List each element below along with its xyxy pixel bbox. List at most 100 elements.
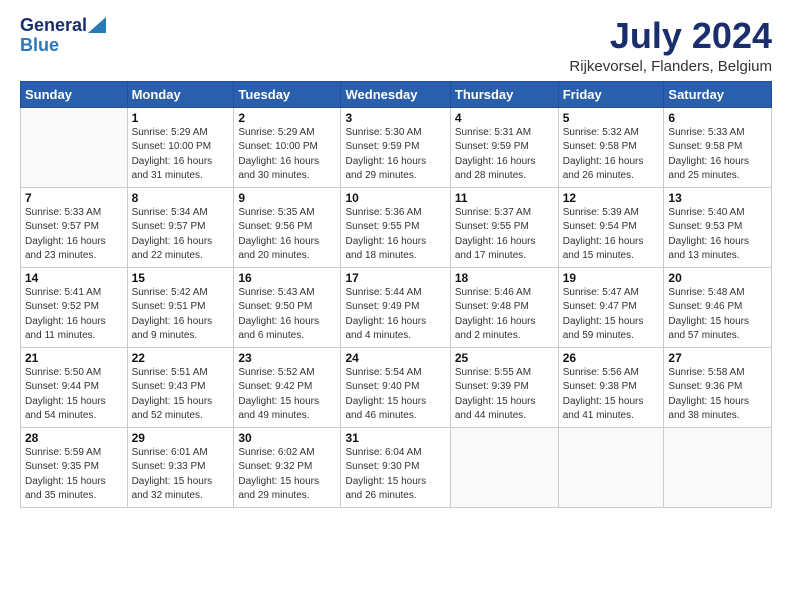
day-number: 3	[345, 111, 445, 125]
col-wednesday: Wednesday	[341, 81, 450, 107]
day-number: 17	[345, 271, 445, 285]
calendar-cell: 6Sunrise: 5:33 AM Sunset: 9:58 PM Daylig…	[664, 107, 772, 187]
day-number: 14	[25, 271, 123, 285]
calendar-cell: 4Sunrise: 5:31 AM Sunset: 9:59 PM Daylig…	[450, 107, 558, 187]
calendar-cell: 14Sunrise: 5:41 AM Sunset: 9:52 PM Dayli…	[21, 267, 128, 347]
day-number: 15	[132, 271, 230, 285]
calendar-cell: 19Sunrise: 5:47 AM Sunset: 9:47 PM Dayli…	[558, 267, 664, 347]
calendar-cell: 25Sunrise: 5:55 AM Sunset: 9:39 PM Dayli…	[450, 347, 558, 427]
day-number: 10	[345, 191, 445, 205]
day-number: 9	[238, 191, 336, 205]
day-number: 26	[563, 351, 660, 365]
day-number: 31	[345, 431, 445, 445]
day-info: Sunrise: 5:29 AM Sunset: 10:00 PM Daylig…	[132, 126, 230, 184]
calendar-week-3: 21Sunrise: 5:50 AM Sunset: 9:44 PM Dayli…	[21, 347, 772, 427]
day-info: Sunrise: 5:50 AM Sunset: 9:44 PM Dayligh…	[25, 366, 123, 424]
day-number: 4	[455, 111, 554, 125]
day-info: Sunrise: 5:59 AM Sunset: 9:35 PM Dayligh…	[25, 446, 123, 504]
location: Rijkevorsel, Flanders, Belgium	[569, 58, 772, 75]
calendar-week-1: 7Sunrise: 5:33 AM Sunset: 9:57 PM Daylig…	[21, 187, 772, 267]
day-info: Sunrise: 5:47 AM Sunset: 9:47 PM Dayligh…	[563, 286, 660, 344]
day-number: 2	[238, 111, 336, 125]
day-number: 25	[455, 351, 554, 365]
calendar-cell: 21Sunrise: 5:50 AM Sunset: 9:44 PM Dayli…	[21, 347, 128, 427]
day-info: Sunrise: 5:36 AM Sunset: 9:55 PM Dayligh…	[345, 206, 445, 264]
day-info: Sunrise: 5:58 AM Sunset: 9:36 PM Dayligh…	[668, 366, 767, 424]
day-info: Sunrise: 5:40 AM Sunset: 9:53 PM Dayligh…	[668, 206, 767, 264]
day-number: 23	[238, 351, 336, 365]
day-info: Sunrise: 5:30 AM Sunset: 9:59 PM Dayligh…	[345, 126, 445, 184]
day-info: Sunrise: 5:55 AM Sunset: 9:39 PM Dayligh…	[455, 366, 554, 424]
calendar-cell: 27Sunrise: 5:58 AM Sunset: 9:36 PM Dayli…	[664, 347, 772, 427]
calendar-cell: 3Sunrise: 5:30 AM Sunset: 9:59 PM Daylig…	[341, 107, 450, 187]
calendar-cell: 17Sunrise: 5:44 AM Sunset: 9:49 PM Dayli…	[341, 267, 450, 347]
day-number: 6	[668, 111, 767, 125]
day-info: Sunrise: 5:42 AM Sunset: 9:51 PM Dayligh…	[132, 286, 230, 344]
day-info: Sunrise: 5:31 AM Sunset: 9:59 PM Dayligh…	[455, 126, 554, 184]
day-info: Sunrise: 5:29 AM Sunset: 10:00 PM Daylig…	[238, 126, 336, 184]
calendar-cell: 10Sunrise: 5:36 AM Sunset: 9:55 PM Dayli…	[341, 187, 450, 267]
day-info: Sunrise: 5:37 AM Sunset: 9:55 PM Dayligh…	[455, 206, 554, 264]
calendar-cell: 9Sunrise: 5:35 AM Sunset: 9:56 PM Daylig…	[234, 187, 341, 267]
day-number: 13	[668, 191, 767, 205]
calendar-cell: 8Sunrise: 5:34 AM Sunset: 9:57 PM Daylig…	[127, 187, 234, 267]
day-info: Sunrise: 5:52 AM Sunset: 9:42 PM Dayligh…	[238, 366, 336, 424]
calendar-cell: 2Sunrise: 5:29 AM Sunset: 10:00 PM Dayli…	[234, 107, 341, 187]
calendar: Sunday Monday Tuesday Wednesday Thursday…	[20, 81, 772, 508]
day-info: Sunrise: 5:43 AM Sunset: 9:50 PM Dayligh…	[238, 286, 336, 344]
col-sunday: Sunday	[21, 81, 128, 107]
day-info: Sunrise: 5:33 AM Sunset: 9:58 PM Dayligh…	[668, 126, 767, 184]
day-number: 12	[563, 191, 660, 205]
day-number: 8	[132, 191, 230, 205]
calendar-week-0: 1Sunrise: 5:29 AM Sunset: 10:00 PM Dayli…	[21, 107, 772, 187]
calendar-cell: 12Sunrise: 5:39 AM Sunset: 9:54 PM Dayli…	[558, 187, 664, 267]
day-info: Sunrise: 5:51 AM Sunset: 9:43 PM Dayligh…	[132, 366, 230, 424]
calendar-cell: 22Sunrise: 5:51 AM Sunset: 9:43 PM Dayli…	[127, 347, 234, 427]
day-info: Sunrise: 6:04 AM Sunset: 9:30 PM Dayligh…	[345, 446, 445, 504]
logo-blue: Blue	[20, 36, 59, 56]
day-number: 16	[238, 271, 336, 285]
logo-general: General	[20, 16, 87, 36]
calendar-cell: 23Sunrise: 5:52 AM Sunset: 9:42 PM Dayli…	[234, 347, 341, 427]
day-info: Sunrise: 5:44 AM Sunset: 9:49 PM Dayligh…	[345, 286, 445, 344]
day-info: Sunrise: 5:34 AM Sunset: 9:57 PM Dayligh…	[132, 206, 230, 264]
day-number: 18	[455, 271, 554, 285]
calendar-cell: 13Sunrise: 5:40 AM Sunset: 9:53 PM Dayli…	[664, 187, 772, 267]
day-number: 21	[25, 351, 123, 365]
calendar-cell: 18Sunrise: 5:46 AM Sunset: 9:48 PM Dayli…	[450, 267, 558, 347]
day-number: 1	[132, 111, 230, 125]
day-info: Sunrise: 5:32 AM Sunset: 9:58 PM Dayligh…	[563, 126, 660, 184]
day-info: Sunrise: 5:54 AM Sunset: 9:40 PM Dayligh…	[345, 366, 445, 424]
calendar-cell: 7Sunrise: 5:33 AM Sunset: 9:57 PM Daylig…	[21, 187, 128, 267]
calendar-cell: 24Sunrise: 5:54 AM Sunset: 9:40 PM Dayli…	[341, 347, 450, 427]
day-number: 24	[345, 351, 445, 365]
calendar-week-2: 14Sunrise: 5:41 AM Sunset: 9:52 PM Dayli…	[21, 267, 772, 347]
col-tuesday: Tuesday	[234, 81, 341, 107]
day-number: 11	[455, 191, 554, 205]
calendar-cell	[21, 107, 128, 187]
page: General Blue July 2024 Rijkevorsel, Flan…	[0, 0, 792, 612]
col-friday: Friday	[558, 81, 664, 107]
calendar-cell	[664, 427, 772, 507]
calendar-cell: 26Sunrise: 5:56 AM Sunset: 9:38 PM Dayli…	[558, 347, 664, 427]
day-number: 28	[25, 431, 123, 445]
calendar-cell	[558, 427, 664, 507]
calendar-cell: 16Sunrise: 5:43 AM Sunset: 9:50 PM Dayli…	[234, 267, 341, 347]
calendar-week-4: 28Sunrise: 5:59 AM Sunset: 9:35 PM Dayli…	[21, 427, 772, 507]
day-number: 7	[25, 191, 123, 205]
day-info: Sunrise: 5:56 AM Sunset: 9:38 PM Dayligh…	[563, 366, 660, 424]
day-number: 5	[563, 111, 660, 125]
day-info: Sunrise: 6:01 AM Sunset: 9:33 PM Dayligh…	[132, 446, 230, 504]
col-thursday: Thursday	[450, 81, 558, 107]
header: General Blue July 2024 Rijkevorsel, Flan…	[20, 16, 772, 75]
calendar-cell: 5Sunrise: 5:32 AM Sunset: 9:58 PM Daylig…	[558, 107, 664, 187]
day-info: Sunrise: 5:39 AM Sunset: 9:54 PM Dayligh…	[563, 206, 660, 264]
day-info: Sunrise: 5:33 AM Sunset: 9:57 PM Dayligh…	[25, 206, 123, 264]
day-info: Sunrise: 5:46 AM Sunset: 9:48 PM Dayligh…	[455, 286, 554, 344]
day-number: 20	[668, 271, 767, 285]
day-info: Sunrise: 5:48 AM Sunset: 9:46 PM Dayligh…	[668, 286, 767, 344]
calendar-cell: 15Sunrise: 5:42 AM Sunset: 9:51 PM Dayli…	[127, 267, 234, 347]
calendar-cell: 20Sunrise: 5:48 AM Sunset: 9:46 PM Dayli…	[664, 267, 772, 347]
month-year: July 2024	[569, 16, 772, 56]
calendar-cell: 30Sunrise: 6:02 AM Sunset: 9:32 PM Dayli…	[234, 427, 341, 507]
